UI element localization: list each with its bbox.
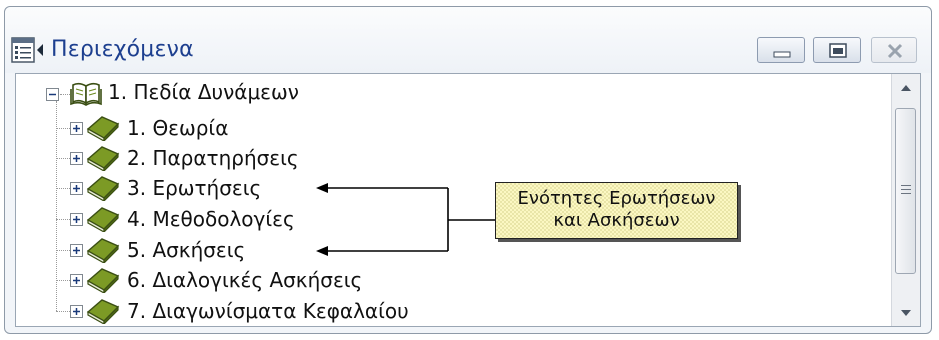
- window-title: Περιεχόμενα: [51, 37, 194, 62]
- callout-line-1: Ενότητες Ερωτήσεων: [517, 188, 716, 209]
- scroll-down-arrow-icon[interactable]: [892, 300, 920, 326]
- scrollbar-thumb[interactable]: [895, 108, 916, 274]
- vertical-scrollbar[interactable]: [891, 74, 920, 326]
- maximize-icon: [829, 43, 847, 58]
- title-bar[interactable]: Περιεχόμενα: [5, 7, 931, 73]
- close-icon: [887, 43, 903, 59]
- contents-tree-panel[interactable]: 1. Πεδία Δυνάμεων 1. Θεωρία 2. Παρατηρήσ…: [15, 73, 921, 327]
- grip-line: [901, 193, 911, 194]
- callout-connector-lines: [316, 183, 500, 256]
- grip-line: [901, 189, 911, 190]
- table-of-contents-icon[interactable]: [11, 37, 45, 65]
- minimize-button[interactable]: [757, 37, 805, 63]
- minimize-icon: [773, 51, 791, 58]
- callout-line-2: και Ασκήσεων: [553, 210, 680, 231]
- maximize-button[interactable]: [813, 37, 861, 63]
- grip-line: [901, 185, 911, 186]
- callout-annotation: Ενότητες Ερωτήσεων και Ασκήσεων: [495, 182, 738, 239]
- scroll-up-arrow-icon[interactable]: [892, 74, 920, 100]
- contents-window: Περιεχόμενα 1. Πεδία Δυνάμεων 1. Θεωρία …: [4, 6, 932, 334]
- close-button[interactable]: [871, 37, 917, 63]
